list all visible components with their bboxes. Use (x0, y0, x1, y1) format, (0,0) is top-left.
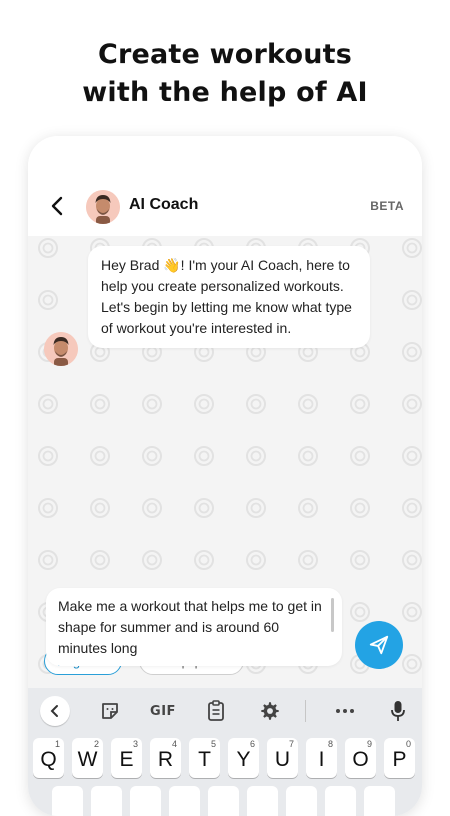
gif-icon: GIF (150, 703, 176, 719)
more-icon (336, 709, 354, 713)
coach-name: AI Coach (129, 196, 199, 213)
headline-line-1: Create workouts (97, 39, 353, 70)
key-y[interactable]: 6Y (228, 738, 259, 778)
key-row-2-partial[interactable] (52, 786, 83, 816)
voice-input-button[interactable] (386, 696, 410, 726)
key-row-2-partial[interactable] (130, 786, 161, 816)
key-t[interactable]: 5T (189, 738, 220, 778)
key-row-2-partial[interactable] (325, 786, 356, 816)
key-w[interactable]: 2W (72, 738, 103, 778)
keyboard-back-button[interactable] (40, 696, 70, 726)
microphone-icon (391, 701, 405, 721)
key-q[interactable]: 1Q (33, 738, 64, 778)
key-row-2-partial[interactable] (247, 786, 278, 816)
headline-line-2: with the help of AI (82, 77, 368, 108)
message-input-text: Make me a workout that helps me to get i… (58, 598, 322, 656)
more-button[interactable] (332, 696, 358, 726)
send-button[interactable] (355, 621, 403, 669)
key-row-2-partial[interactable] (91, 786, 122, 816)
key-row-2-partial[interactable] (169, 786, 200, 816)
key-row-2-partial[interactable] (286, 786, 317, 816)
send-icon (369, 635, 389, 655)
key-i[interactable]: 8I (306, 738, 337, 778)
sticker-icon (102, 703, 118, 719)
sticker-button[interactable] (98, 696, 122, 726)
clipboard-button[interactable] (204, 696, 228, 726)
gif-button[interactable]: GIF (148, 696, 178, 726)
key-row-2-partial[interactable] (364, 786, 395, 816)
beta-badge: BETA (370, 199, 404, 213)
clipboard-icon (208, 700, 224, 721)
key-r[interactable]: 4R (150, 738, 181, 778)
gear-icon (261, 702, 279, 720)
keyboard: GIF 1 Q 2 W 3 E 4 R 5 T 6 Y 7 U 8 I 9 O … (28, 688, 422, 816)
back-button[interactable] (46, 194, 70, 218)
input-scrollbar[interactable] (331, 598, 334, 632)
message-input[interactable]: Make me a workout that helps me to get i… (46, 588, 342, 666)
key-p[interactable]: 0P (384, 738, 415, 778)
settings-button[interactable] (257, 696, 283, 726)
coach-avatar (86, 190, 120, 224)
chevron-left-icon (51, 196, 63, 216)
chat-header: AI Coach BETA (28, 136, 422, 236)
toolbar-divider (305, 700, 306, 722)
phone-frame: AI Coach BETA Hey Brad 👋! I'm your AI Co… (28, 136, 422, 816)
chevron-left-icon (50, 705, 58, 717)
key-e[interactable]: 3E (111, 738, 142, 778)
coach-message-bubble: Hey Brad 👋! I'm your AI Coach, here to h… (88, 246, 370, 348)
coach-avatar-small (44, 332, 78, 366)
key-row-2-partial[interactable] (208, 786, 239, 816)
key-o[interactable]: 9O (345, 738, 376, 778)
key-u[interactable]: 7U (267, 738, 298, 778)
headline: Create workouts with the help of AI (0, 36, 450, 112)
